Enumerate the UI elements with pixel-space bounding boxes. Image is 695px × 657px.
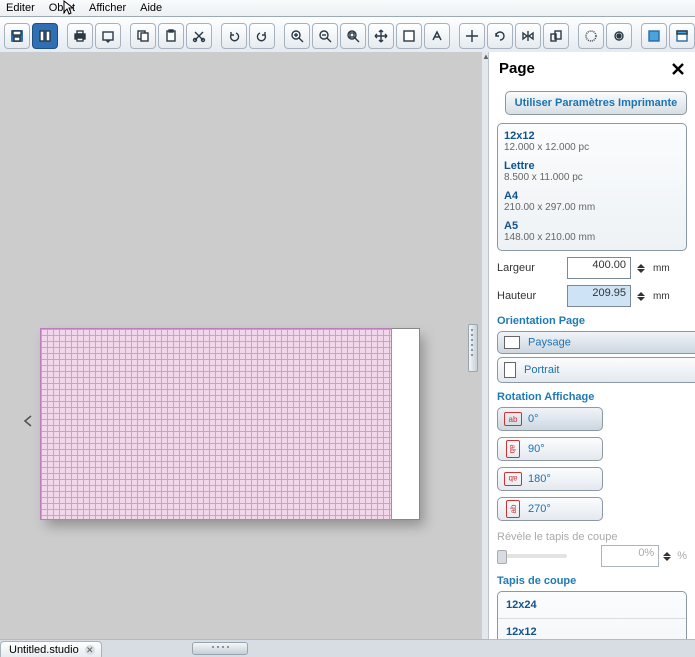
- close-tab-button[interactable]: ✕: [85, 645, 95, 655]
- pan-button[interactable]: [368, 23, 394, 49]
- width-stepper[interactable]: [637, 258, 647, 278]
- reveal-percent-input[interactable]: 0%: [601, 545, 659, 567]
- width-unit: mm: [653, 263, 675, 274]
- use-printer-settings-button[interactable]: Utiliser Paramètres Imprimante: [505, 91, 687, 115]
- menu-editer[interactable]: Editer: [6, 2, 35, 14]
- portrait-icon: [504, 362, 516, 378]
- horizontal-scroll-thumb[interactable]: [192, 642, 248, 655]
- height-label: Hauteur: [497, 290, 561, 302]
- fit-page-button[interactable]: [396, 23, 422, 49]
- page-panel: Page Utiliser Paramètres Imprimante 12x1…: [488, 52, 695, 640]
- panel-1-button[interactable]: [641, 23, 667, 49]
- rotation-90-button[interactable]: ab90°: [497, 437, 603, 461]
- cutting-mat-grid: [40, 328, 392, 520]
- reveal-unit: %: [677, 550, 687, 562]
- orientation-landscape-button[interactable]: Paysage: [497, 331, 695, 354]
- rotation-180-button[interactable]: ab180°: [497, 467, 603, 491]
- rotation-icon: ab: [506, 500, 520, 518]
- height-unit: mm: [653, 291, 675, 302]
- cursor-icon: [63, 0, 75, 16]
- mat-item[interactable]: 12x12: [498, 619, 686, 640]
- save-button[interactable]: [4, 23, 30, 49]
- reveal-mat-title: Révèle le tapis de coupe: [497, 531, 687, 543]
- orientation-portrait-button[interactable]: Portrait: [497, 357, 695, 383]
- page-size-item: 12x1212.000 x 12.000 pc: [504, 128, 680, 158]
- rotation-icon: ab: [506, 440, 520, 458]
- work-area: ▲ Page Utiliser Paramètres Imprimante 12…: [0, 52, 695, 640]
- reveal-stepper[interactable]: [663, 546, 673, 566]
- orientation-title: Orientation Page: [497, 315, 687, 327]
- collapse-arrow-icon[interactable]: [22, 414, 34, 428]
- text-tool-button[interactable]: [424, 23, 450, 49]
- zoom-out-button[interactable]: [312, 23, 338, 49]
- mat-title: Tapis de coupe: [497, 575, 687, 587]
- mat-item[interactable]: 12x24: [498, 592, 686, 619]
- undo-button[interactable]: [221, 23, 247, 49]
- document-tab-title: Untitled.studio: [9, 644, 79, 656]
- page-size-item: A5148.00 x 210.00 mm: [504, 218, 680, 248]
- library-button[interactable]: [32, 23, 58, 49]
- mirror-tool-button[interactable]: [515, 23, 541, 49]
- paste-button[interactable]: [158, 23, 184, 49]
- cut-button[interactable]: [186, 23, 212, 49]
- rotation-270-button[interactable]: ab270°: [497, 497, 603, 521]
- rotation-icon: ab: [504, 472, 522, 486]
- reveal-slider[interactable]: [497, 554, 567, 558]
- scale-tool-button[interactable]: [543, 23, 569, 49]
- height-input[interactable]: 209.95: [567, 285, 631, 307]
- height-stepper[interactable]: [637, 286, 647, 306]
- copy-button[interactable]: [130, 23, 156, 49]
- panel-splitter-handle[interactable]: [468, 324, 478, 372]
- rotation-title: Rotation Affichage: [497, 391, 687, 403]
- document-tab[interactable]: Untitled.studio ✕: [0, 641, 102, 657]
- page-size-list[interactable]: 12x1212.000 x 12.000 pc Lettre8.500 x 11…: [497, 123, 687, 251]
- bottom-bar: Untitled.studio ✕: [0, 639, 695, 657]
- menu-afficher[interactable]: Afficher: [89, 2, 126, 14]
- print-button[interactable]: [67, 23, 93, 49]
- main-toolbar: [0, 17, 695, 56]
- canvas-area: ▲: [0, 52, 488, 640]
- width-input[interactable]: 400.00: [567, 257, 631, 279]
- page-size-item: A4210.00 x 297.00 mm: [504, 188, 680, 218]
- cutting-mat-list[interactable]: 12x24 12x12 Lettre Aucun: [497, 591, 687, 640]
- redo-button[interactable]: [249, 23, 275, 49]
- landscape-icon: [504, 336, 520, 349]
- menu-bar: Editer Objet Afficher Aide: [0, 0, 695, 17]
- page-size-item: Lettre8.500 x 11.000 pc: [504, 158, 680, 188]
- panel-title: Page: [499, 60, 535, 77]
- panel-2-button[interactable]: [669, 23, 695, 49]
- width-label: Largeur: [497, 262, 561, 274]
- effects-1-button[interactable]: [578, 23, 604, 49]
- move-tool-button[interactable]: [459, 23, 485, 49]
- rotate-tool-button[interactable]: [487, 23, 513, 49]
- rotation-icon: ab: [504, 412, 522, 426]
- cut-send-button[interactable]: [95, 23, 121, 49]
- zoom-in-button[interactable]: [284, 23, 310, 49]
- close-panel-button[interactable]: [671, 62, 685, 76]
- zoom-selection-button[interactable]: [340, 23, 366, 49]
- vertical-scrollbar[interactable]: ▲: [482, 52, 488, 640]
- rotation-0-button[interactable]: ab0°: [497, 407, 603, 431]
- menu-aide[interactable]: Aide: [140, 2, 162, 14]
- effects-2-button[interactable]: [606, 23, 632, 49]
